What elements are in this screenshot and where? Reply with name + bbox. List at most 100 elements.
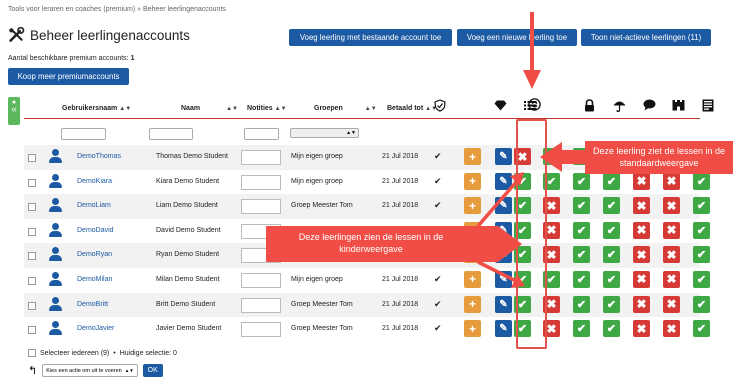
check-icon[interactable]: ✔	[693, 221, 710, 239]
select-all-checkbox[interactable]	[28, 349, 36, 357]
paid-until: 21 Jul 2018	[382, 300, 419, 308]
check-icon[interactable]: ✔	[573, 172, 590, 190]
cross-icon[interactable]: ✖	[633, 221, 650, 239]
filter-username-input[interactable]	[61, 128, 106, 140]
plus-icon[interactable]: +	[464, 148, 481, 165]
group-name: Groep Meester Tom	[291, 300, 353, 308]
add-existing-student-button[interactable]: Voeg leerling met bestaande account toe	[289, 29, 452, 46]
col-username[interactable]: Gebruikersnaam ▲▼	[62, 105, 131, 112]
sort-icon: ▲▼	[226, 106, 238, 112]
check-icon[interactable]: ✔	[693, 295, 710, 313]
row-checkbox[interactable]	[28, 276, 36, 285]
group-name: Mijn eigen groep	[291, 177, 343, 185]
student-name: Milan Demo Student	[156, 275, 220, 283]
filter-notes-input[interactable]	[244, 128, 279, 140]
check-icon[interactable]: ✔	[603, 246, 620, 264]
username-link[interactable]: DemoKiara	[77, 178, 112, 185]
select-all-label[interactable]: Selecteer iedereen (9)	[40, 350, 109, 357]
notes-input[interactable]	[241, 150, 281, 165]
paid-until: 21 Jul 2018	[382, 325, 419, 333]
available-accounts: Aantal beschikbare premium accounts: 1	[8, 55, 135, 62]
castle-icon	[671, 98, 685, 112]
col-paid-until[interactable]: Betaald tot ▲▼	[387, 105, 437, 112]
username-link[interactable]: DemoRyan	[77, 251, 112, 258]
notes-input[interactable]	[241, 272, 281, 288]
check-icon[interactable]: ✔	[573, 246, 590, 264]
filter-groups-select[interactable]: ▲▼	[290, 128, 359, 138]
row-checkbox[interactable]	[28, 252, 36, 261]
notes-input[interactable]	[241, 174, 281, 190]
cross-icon[interactable]: ✖	[663, 270, 680, 288]
username-link[interactable]: DemoLiam	[77, 202, 111, 209]
pencil-icon[interactable]: ✎	[495, 148, 512, 165]
notes-input[interactable]	[241, 199, 281, 215]
page-title-text: Beheer leerlingenaccounts	[30, 28, 190, 43]
paid-check-icon: ✔	[434, 175, 442, 186]
cross-icon[interactable]: ✖	[633, 246, 650, 264]
username-link[interactable]: DemoDavid	[77, 227, 114, 234]
username-link[interactable]: DemoMilan	[77, 276, 112, 283]
action-select[interactable]: Kies een actie om uit te voeren ▲▼	[42, 364, 138, 377]
cross-icon[interactable]: ✖	[663, 295, 680, 313]
check-icon[interactable]: ✔	[603, 295, 620, 313]
row-checkbox[interactable]	[28, 227, 36, 236]
plus-icon[interactable]: +	[464, 320, 481, 338]
table-row: DemoJavier Javier Demo Student Groep Meest…	[24, 317, 710, 342]
check-icon[interactable]: ✔	[693, 270, 710, 288]
ok-button[interactable]: OK	[142, 364, 163, 377]
row-checkbox[interactable]	[28, 203, 36, 212]
username-link[interactable]: DemoBritt	[77, 301, 108, 308]
check-icon[interactable]: ✔	[603, 221, 620, 239]
student-name: Kiara Demo Student	[156, 177, 220, 185]
username-link[interactable]: DemoJavier	[77, 325, 114, 332]
cross-icon[interactable]: ✖	[663, 172, 680, 190]
student-name: Ryan Demo Student	[156, 251, 220, 259]
row-checkbox[interactable]	[28, 178, 36, 187]
student-name: David Demo Student	[156, 226, 221, 234]
notes-input[interactable]	[241, 322, 281, 338]
check-icon[interactable]: ✔	[603, 172, 620, 190]
cross-icon[interactable]: ✖	[633, 295, 650, 313]
separator: •	[113, 349, 116, 357]
col-groups[interactable]: Groepen ▲▼	[314, 105, 377, 112]
check-icon[interactable]: ✔	[573, 270, 590, 288]
username-link[interactable]: DemoThomas	[77, 153, 121, 160]
check-icon[interactable]: ✔	[693, 246, 710, 264]
check-icon[interactable]: ✔	[693, 172, 710, 190]
check-icon[interactable]: ✔	[603, 270, 620, 288]
paid-check-icon: ✔	[434, 273, 442, 284]
row-checkbox[interactable]	[28, 326, 36, 335]
row-checkbox[interactable]	[28, 154, 36, 162]
annotation-arrow-left	[540, 142, 590, 172]
cross-icon[interactable]: ✖	[633, 172, 650, 190]
col-notes[interactable]: Notities ▲▼	[247, 105, 287, 112]
cross-icon[interactable]: ✖	[663, 221, 680, 239]
select-arrows-icon: ▲▼	[346, 130, 356, 136]
cross-icon[interactable]: ✖	[633, 270, 650, 288]
cross-icon[interactable]: ✖	[663, 197, 680, 215]
add-new-student-button[interactable]: Voeg een nieuwe leerling toe	[457, 29, 577, 46]
check-icon[interactable]: ✔	[603, 197, 620, 215]
pencil-icon[interactable]: ✎	[495, 320, 512, 338]
cross-icon[interactable]: ✖	[633, 320, 650, 338]
breadcrumb[interactable]: Tools voor leraren en coaches (premium) …	[8, 6, 226, 13]
buy-more-premium-button[interactable]: Koop meer premiumaccounts	[8, 68, 129, 85]
show-inactive-button[interactable]: Toon niet-actieve leerlingen (11)	[581, 29, 711, 46]
notes-input[interactable]	[241, 297, 281, 313]
filter-name-input[interactable]	[149, 128, 193, 140]
cross-icon[interactable]: ✖	[663, 246, 680, 264]
smiley-face-icon	[527, 97, 541, 111]
collapse-sidebar-button[interactable]: ● «	[8, 97, 20, 125]
cross-icon[interactable]: ✖	[633, 197, 650, 215]
select-arrows-icon: ▲▼	[124, 368, 134, 373]
cross-icon[interactable]: ✖	[663, 320, 680, 338]
row-checkbox[interactable]	[28, 301, 36, 310]
check-icon[interactable]: ✔	[573, 221, 590, 239]
check-icon[interactable]: ✔	[573, 320, 590, 338]
check-icon[interactable]: ✔	[693, 197, 710, 215]
check-icon[interactable]: ✔	[573, 197, 590, 215]
check-icon[interactable]: ✔	[573, 295, 590, 313]
check-icon[interactable]: ✔	[693, 320, 710, 338]
col-name[interactable]: Naam ▲▼	[181, 105, 238, 112]
check-icon[interactable]: ✔	[603, 320, 620, 338]
